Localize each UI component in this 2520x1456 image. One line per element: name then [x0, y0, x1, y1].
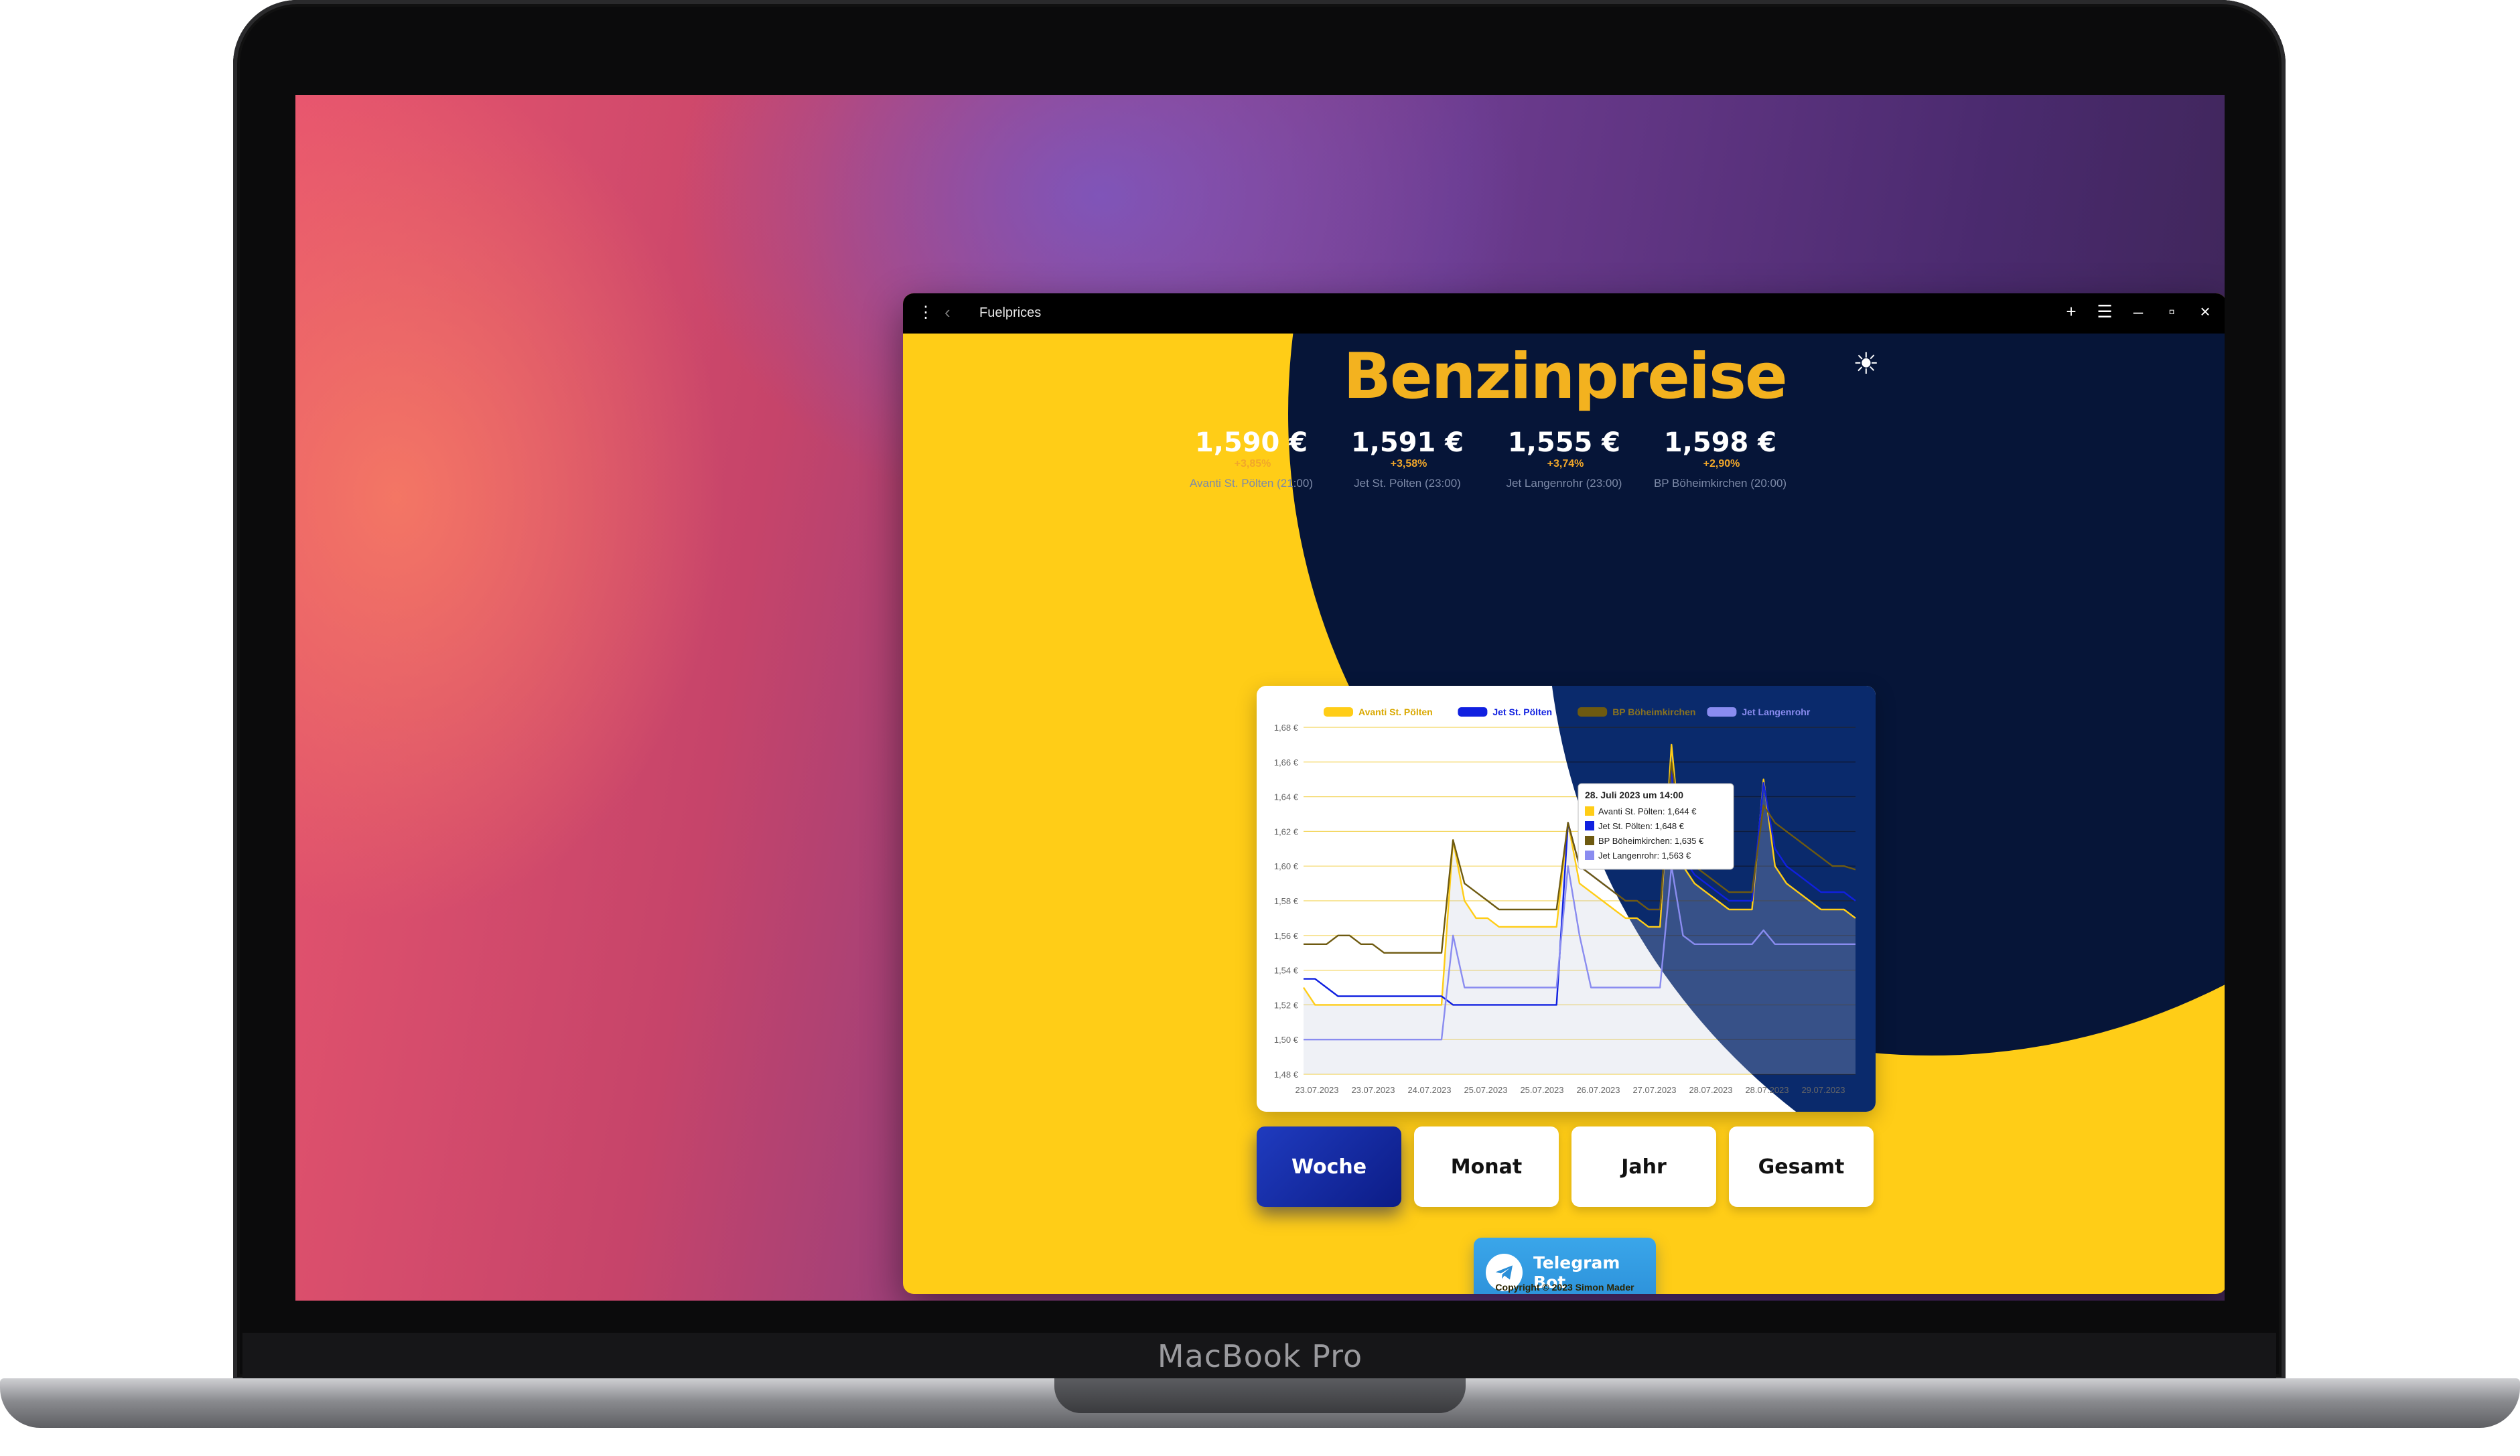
x-tick-label: 26.07.2023	[1576, 1085, 1620, 1095]
tooltip-line: Avanti St. Pölten: 1,644 €	[1598, 806, 1697, 816]
legend-swatch	[1324, 707, 1353, 717]
legend-swatch	[1707, 707, 1737, 717]
y-tick-label: 1,52 €	[1274, 1000, 1299, 1010]
back-arrow-icon[interactable]: ‹	[944, 302, 951, 323]
legend-label: Jet St. Pölten	[1492, 707, 1552, 717]
tooltip-title: 28. Juli 2023 um 14:00	[1585, 790, 1683, 800]
price-card-jet-langenrohr: 1,555 €+3,74% Jet Langenrohr (23:00)	[1490, 427, 1638, 490]
x-tick-label: 29.07.2023	[1801, 1085, 1845, 1095]
app-window: ⋮ ‹ Fuelprices + ☰ – ▫ × Benzinpreise ☀ …	[903, 293, 2225, 1294]
maximize-icon[interactable]: ▫	[2164, 301, 2180, 322]
x-tick-label: 24.07.2023	[1407, 1085, 1451, 1095]
station-label: Jet Langenrohr (23:00)	[1506, 477, 1622, 490]
period-button-year[interactable]: Jahr	[1571, 1126, 1716, 1207]
tooltip-swatch	[1585, 821, 1594, 830]
x-tick-label: 28.07.2023	[1745, 1085, 1789, 1095]
app-content: Benzinpreise ☀ 1,590 €+3,85% Avanti St. …	[903, 334, 2225, 1294]
y-tick-label: 1,68 €	[1274, 723, 1299, 733]
x-tick-label: 23.07.2023	[1351, 1085, 1395, 1095]
window-controls: + ☰ – ▫ ×	[2063, 301, 2213, 322]
y-tick-label: 1,62 €	[1274, 826, 1299, 836]
y-tick-label: 1,56 €	[1274, 931, 1299, 941]
price-change: +3,85%	[1234, 458, 1271, 469]
sun-theme-toggle-icon[interactable]: ☀	[1853, 347, 1879, 381]
tooltip-line: BP Böheimkirchen: 1,635 €	[1598, 836, 1704, 846]
legend-label: Jet Langenrohr	[1742, 707, 1810, 717]
copyright-footer: Copyright © 2023 Simon Mader	[1495, 1282, 1634, 1293]
y-tick-label: 1,66 €	[1274, 757, 1299, 768]
y-tick-label: 1,60 €	[1274, 861, 1299, 871]
station-label: Avanti St. Pölten (21:00)	[1190, 477, 1313, 490]
window-title: Fuelprices	[979, 305, 1042, 320]
minimize-icon[interactable]: –	[2130, 301, 2146, 322]
price-value: 1,555 €	[1507, 427, 1621, 458]
x-tick-label: 25.07.2023	[1520, 1085, 1563, 1095]
price-value: 1,598 €	[1663, 427, 1777, 458]
price-change: +3,74%	[1547, 458, 1584, 469]
price-card-bp: 1,598 €+2,90% BP Böheimkirchen (20:00)	[1647, 427, 1794, 490]
price-chart-card: 1,68 € 1,66 € 1,64 € 1,62 € 1,60 € 1,58 € 1,56…	[1257, 686, 1876, 1112]
station-label: Jet St. Pölten (23:00)	[1354, 477, 1461, 490]
price-card-jet-stpoelten: 1,591 €+3,58% Jet St. Pölten (23:00)	[1334, 427, 1481, 490]
laptop-brand-label: MacBook Pro	[1157, 1338, 1363, 1374]
desktop-wallpaper: ⋮ ‹ Fuelprices + ☰ – ▫ × Benzinpreise ☀ …	[295, 95, 2225, 1301]
tooltip-swatch	[1585, 836, 1594, 845]
price-change: +3,58%	[1390, 458, 1427, 469]
period-button-total[interactable]: Gesamt	[1729, 1126, 1874, 1207]
price-card-avanti: 1,590 €+3,85% Avanti St. Pölten (21:00)	[1178, 427, 1325, 490]
station-label: BP Böheimkirchen (20:00)	[1653, 477, 1787, 490]
window-titlebar: ⋮ ‹ Fuelprices + ☰ – ▫ ×	[903, 293, 2225, 334]
legend-swatch	[1578, 707, 1608, 717]
tooltip-line: Jet Langenrohr: 1,563 €	[1598, 851, 1691, 861]
legend-swatch	[1458, 707, 1488, 717]
y-tick-label: 1,48 €	[1274, 1070, 1299, 1080]
close-icon[interactable]: ×	[2197, 301, 2213, 322]
tooltip-line: Jet St. Pölten: 1,648 €	[1598, 821, 1685, 831]
x-tick-label: 23.07.2023	[1295, 1085, 1338, 1095]
page-title: Benzinpreise	[1343, 340, 1788, 413]
period-button-week[interactable]: Woche	[1257, 1126, 1401, 1207]
price-value: 1,590 €	[1194, 427, 1308, 458]
price-line-chart[interactable]: 1,68 € 1,66 € 1,64 € 1,62 € 1,60 € 1,58 € 1,56…	[1257, 686, 1876, 1112]
legend-label: Avanti St. Pölten	[1358, 707, 1433, 717]
legend-label: BP Böheimkirchen	[1612, 707, 1695, 717]
laptop-notch	[1054, 1378, 1466, 1413]
tooltip-swatch	[1585, 806, 1594, 816]
hamburger-menu-icon[interactable]: ☰	[2097, 301, 2113, 322]
add-tab-icon[interactable]: +	[2063, 301, 2079, 322]
y-tick-label: 1,50 €	[1274, 1035, 1299, 1045]
x-tick-label: 25.07.2023	[1464, 1085, 1507, 1095]
price-change: +2,90%	[1703, 458, 1740, 469]
tooltip-swatch	[1585, 851, 1594, 860]
y-tick-label: 1,58 €	[1274, 896, 1299, 906]
menu-dots-icon[interactable]: ⋮	[918, 303, 934, 322]
y-tick-label: 1,64 €	[1274, 792, 1299, 802]
x-tick-label: 28.07.2023	[1689, 1085, 1732, 1095]
price-value: 1,591 €	[1350, 427, 1464, 458]
x-tick-label: 27.07.2023	[1632, 1085, 1676, 1095]
y-tick-label: 1,54 €	[1274, 966, 1299, 976]
period-button-month[interactable]: Monat	[1414, 1126, 1559, 1207]
